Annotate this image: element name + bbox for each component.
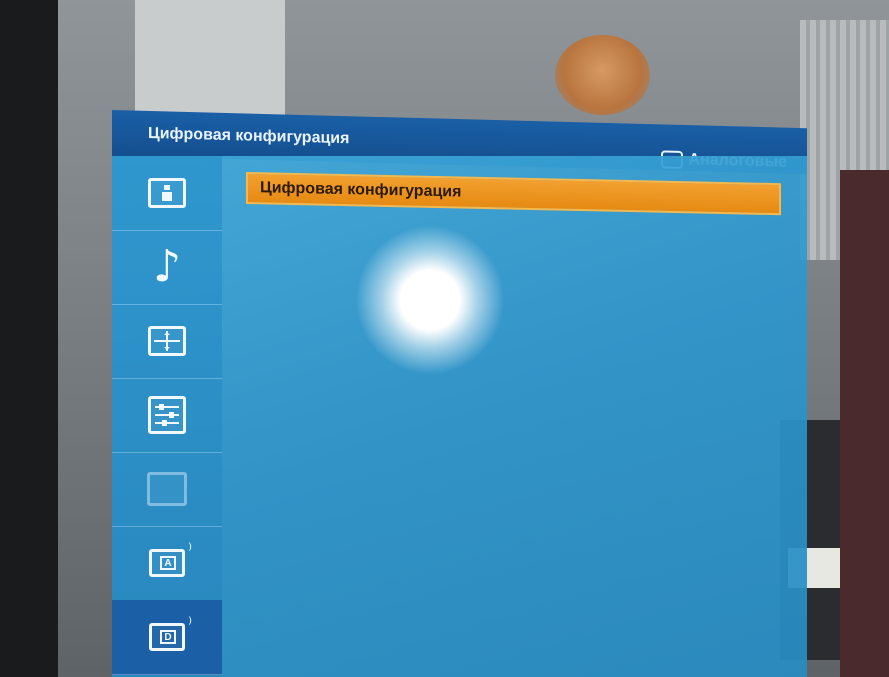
monitor-icon (147, 472, 187, 506)
scene-person (840, 170, 889, 677)
analog-letter: A (160, 556, 176, 570)
sidebar-item-tuning[interactable] (112, 378, 222, 453)
screen-setup-icon (148, 326, 186, 356)
picture-icon (148, 178, 186, 208)
sidebar-item-monitor[interactable] (112, 452, 222, 527)
signal-wave-icon: ⁾ (188, 542, 192, 559)
menu-content: Цифровая конфигурация (222, 156, 807, 677)
menu-item-label: Цифровая конфигурация (260, 179, 462, 201)
signal-wave-icon: ⁾ (188, 616, 192, 633)
sidebar-item-digital[interactable]: D ⁾ (112, 600, 222, 675)
digital-letter: D (160, 630, 176, 644)
sidebar-item-screen[interactable] (112, 304, 222, 379)
sidebar-item-picture[interactable] (112, 156, 222, 231)
tv-bezel (0, 0, 58, 677)
scene-person-head (555, 35, 650, 115)
tuning-icon (148, 396, 186, 434)
menu-item-digital-config[interactable]: Цифровая конфигурация (246, 172, 781, 216)
sidebar-item-analog[interactable]: A ⁾ (112, 526, 222, 601)
camera-flash-glare (355, 225, 505, 375)
sidebar: ♪ A ⁾ D ⁾ (112, 156, 222, 677)
scene-pillar (135, 0, 285, 120)
osd-menu: Цифровая конфигурация Аналоговые ♪ (112, 110, 807, 677)
sidebar-item-sound[interactable]: ♪ (112, 230, 222, 305)
osd-title: Цифровая конфигурация (148, 124, 350, 148)
music-note-icon: ♪ (152, 241, 182, 292)
digital-antenna-icon: D ⁾ (149, 616, 192, 651)
analog-antenna-icon: A ⁾ (149, 542, 192, 577)
